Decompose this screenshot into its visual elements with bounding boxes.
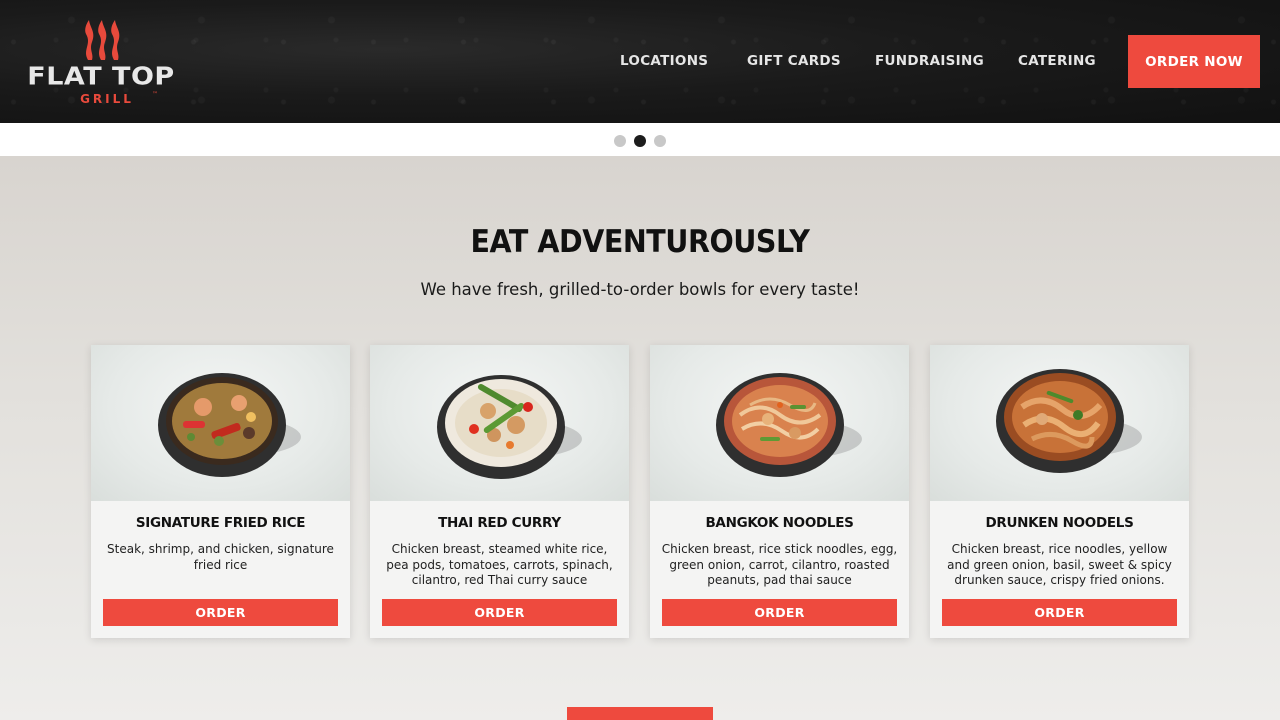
bowl-name: BANGKOK NOODLES xyxy=(705,515,854,531)
logo-wordmark: FLAT TOP xyxy=(27,62,175,91)
bangkok-noodles-bowl-image xyxy=(650,345,909,501)
bowl-card-drunken-noodels: DRUNKEN NOODELS Chicken breast, rice noo… xyxy=(930,345,1189,638)
flat-top-grill-logo[interactable]: FLAT TOP GRILL ™ xyxy=(20,20,182,106)
fried-rice-bowl-image xyxy=(91,345,350,501)
bowl-description: Chicken breast, steamed white rice, pea … xyxy=(386,542,613,587)
bowl-description: Chicken breast, rice stick noodles, egg,… xyxy=(661,542,898,587)
bowl-description: Chicken breast, rice noodles, yellow and… xyxy=(947,542,1172,587)
site-header: FLAT TOP GRILL ™ LOCATIONS GIFT CARDS FU… xyxy=(0,0,1280,123)
order-now-button[interactable]: ORDER NOW xyxy=(1128,35,1260,88)
slide-dot-2-active[interactable] xyxy=(634,135,646,147)
trademark-symbol: ™ xyxy=(152,91,158,98)
nav-fundraising[interactable]: FUNDRAISING xyxy=(875,50,984,72)
bowl-card-signature-fried-rice: SIGNATURE FRIED RICE Steak, shrimp, and … xyxy=(91,345,350,638)
order-button-drunken-noodels[interactable]: ORDER xyxy=(942,599,1177,626)
curry-bowl-image xyxy=(370,345,629,501)
bowl-name: THAI RED CURRY xyxy=(438,515,561,531)
bowl-card-thai-red-curry: THAI RED CURRY Chicken breast, steamed w… xyxy=(370,345,629,638)
nav-gift-cards[interactable]: GIFT CARDS xyxy=(747,50,841,72)
slide-dot-1[interactable] xyxy=(614,135,626,147)
slider-pagination xyxy=(0,123,1280,156)
view-menu-button[interactable] xyxy=(567,707,713,720)
section-subtitle: We have fresh, grilled-to-order bowls fo… xyxy=(420,280,860,299)
bowl-description: Steak, shrimp, and chicken, signature fr… xyxy=(107,542,334,572)
slide-dot-3[interactable] xyxy=(654,135,666,147)
bowl-name: SIGNATURE FRIED RICE xyxy=(135,515,306,531)
order-button-bangkok-noodles[interactable]: ORDER xyxy=(662,599,897,626)
logo-subtitle: GRILL xyxy=(80,92,134,106)
nav-catering[interactable]: CATERING xyxy=(1018,50,1096,72)
nav-locations[interactable]: LOCATIONS xyxy=(620,50,708,72)
flame-icon xyxy=(85,20,120,60)
order-button-signature-fried-rice[interactable]: ORDER xyxy=(103,599,338,626)
order-button-thai-red-curry[interactable]: ORDER xyxy=(382,599,617,626)
section-title: EAT ADVENTUROUSLY xyxy=(470,224,810,260)
bowl-card-bangkok-noodles: BANGKOK NOODLES Chicken breast, rice sti… xyxy=(650,345,909,638)
drunken-noodles-bowl-image xyxy=(930,345,1189,501)
bowl-name: DRUNKEN NOODELS xyxy=(985,515,1134,531)
